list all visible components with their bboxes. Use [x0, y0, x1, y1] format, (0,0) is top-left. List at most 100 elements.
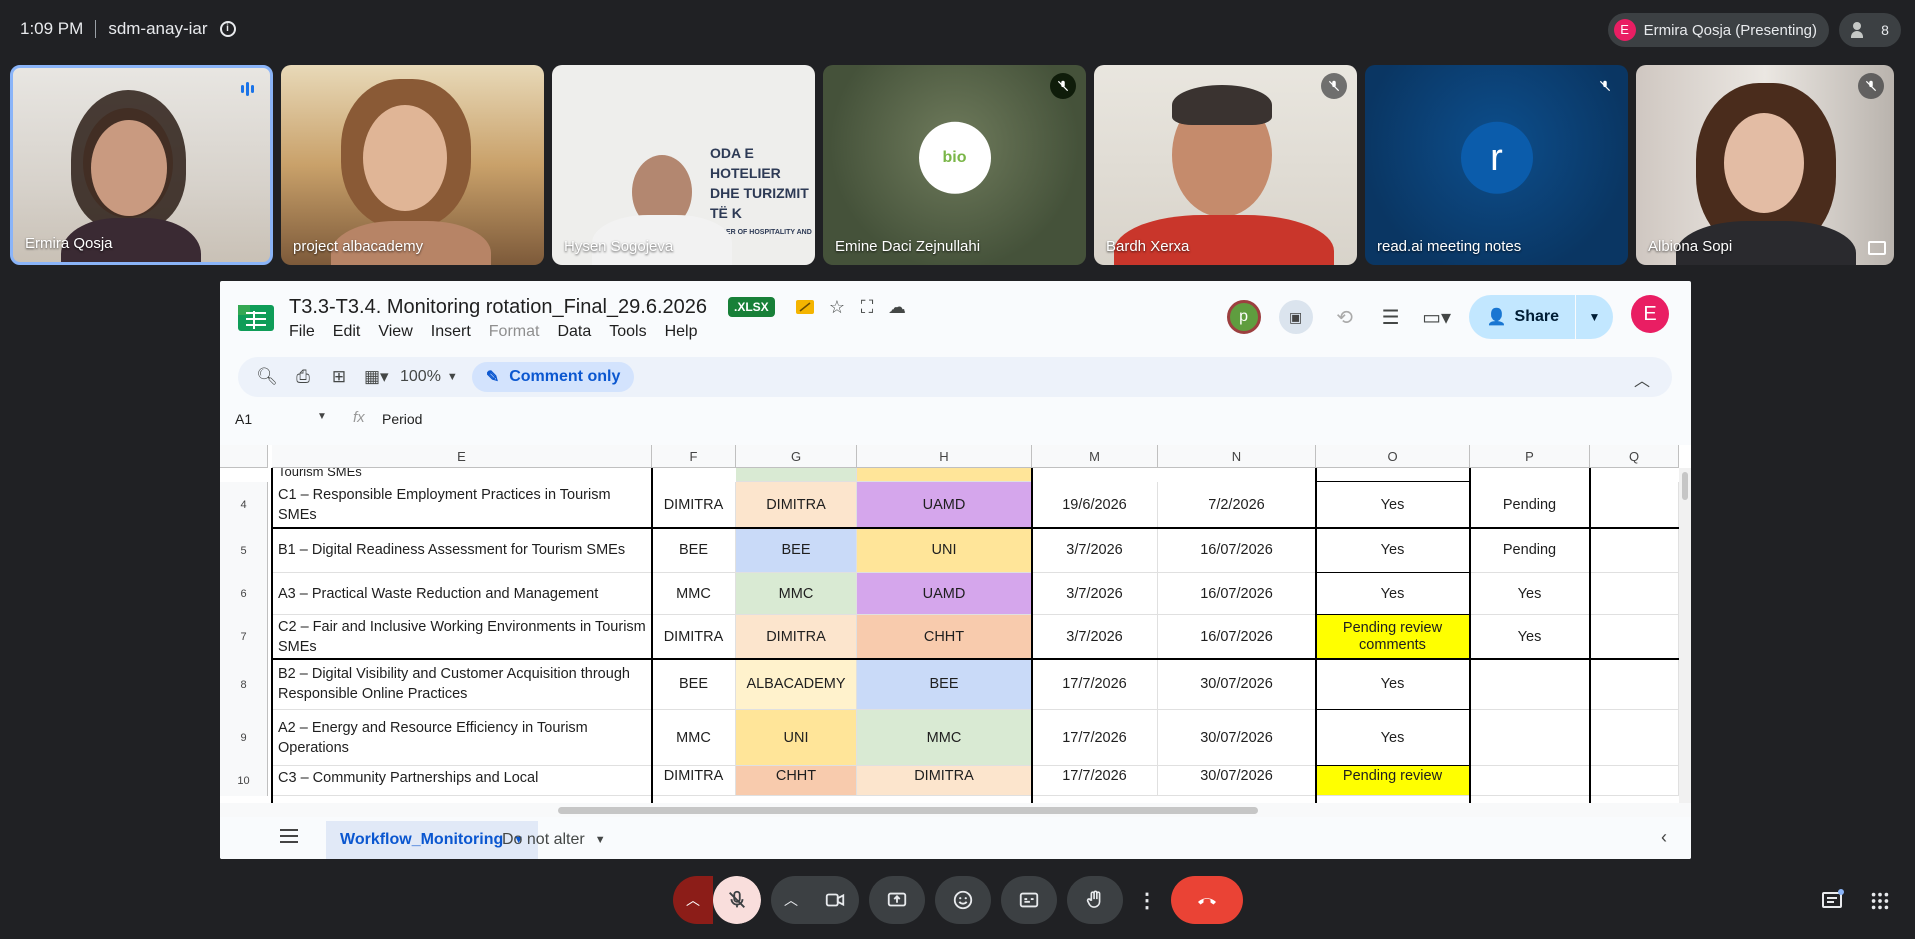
cell-g[interactable]: DIMITRA [736, 615, 857, 659]
info-icon[interactable]: i [219, 21, 236, 37]
cell-q[interactable] [1590, 766, 1679, 796]
cell-f[interactable]: MMC [652, 573, 736, 615]
spreadsheet-grid[interactable]: E F G H M N O P Q Tourism SMEs 4 C1 – Responsible E… [220, 445, 1691, 803]
cell-h[interactable]: CHHT [857, 615, 1032, 659]
menu-format[interactable]: Format [489, 323, 540, 341]
row-header[interactable]: 8 [220, 659, 268, 710]
cell-o[interactable]: Yes [1316, 573, 1470, 615]
cell-o[interactable]: Yes [1316, 659, 1470, 710]
cell-h[interactable]: UNI [857, 528, 1032, 573]
row-header[interactable]: 7 [220, 615, 268, 659]
cell-o[interactable]: Yes [1316, 710, 1470, 766]
cell-partial[interactable] [736, 468, 857, 482]
collaborator-avatar[interactable]: p [1226, 300, 1261, 334]
cell-n[interactable]: 30/07/2026 [1158, 659, 1316, 710]
raise-hand-button[interactable] [1067, 876, 1123, 924]
participant-tile[interactable]: Albiona Sopi [1636, 65, 1894, 265]
cell-g[interactable]: UNI [736, 710, 857, 766]
cell-f[interactable]: DIMITRA [652, 482, 736, 528]
share-button[interactable]: 👤 Share ▼ [1468, 295, 1613, 339]
cell-e[interactable]: A2 – Energy and Resource Efficiency in T… [272, 710, 652, 766]
menu-tools[interactable]: Tools [609, 323, 646, 341]
tab-do-not-alter[interactable]: Do not alter ▼ [488, 821, 620, 859]
participant-tile[interactable]: Ermira Qosja [10, 65, 273, 265]
slides-icon[interactable] [794, 296, 816, 318]
emoji-reactions-button[interactable] [935, 876, 991, 924]
vertical-scrollbar[interactable] [1679, 468, 1691, 803]
cell-e[interactable]: B1 – Digital Readiness Assessment for To… [272, 528, 652, 573]
participant-tile[interactable]: r read.ai meeting notes [1365, 65, 1628, 265]
column-header[interactable]: O [1316, 445, 1470, 468]
participants-button[interactable]: 8 [1839, 13, 1901, 47]
camera-button[interactable] [811, 876, 859, 924]
menu-insert[interactable]: Insert [431, 323, 471, 341]
cell-o[interactable]: Yes [1316, 528, 1470, 573]
row-header[interactable]: 10 [220, 766, 268, 796]
chevron-up-icon[interactable]: ︿ [1634, 367, 1650, 391]
search-icon[interactable]: 🔍︎ [256, 367, 278, 387]
cell-h[interactable]: UAMD [857, 573, 1032, 615]
cell-q[interactable] [1590, 573, 1679, 615]
cell-q[interactable] [1590, 615, 1679, 659]
meet-camera-icon[interactable]: ▭▾ [1422, 303, 1451, 331]
cell-g[interactable]: DIMITRA [736, 482, 857, 528]
cell-q[interactable] [1590, 482, 1679, 528]
cell-e[interactable]: C2 – Fair and Inclusive Working Environm… [272, 615, 652, 659]
column-header[interactable]: M [1032, 445, 1158, 468]
cell-partial[interactable] [857, 468, 1032, 482]
participant-tile[interactable]: bio Emine Daci Zejnullahi [823, 65, 1086, 265]
user-avatar[interactable]: E [1631, 295, 1669, 333]
row-header[interactable]: 5 [220, 528, 268, 573]
cell-g[interactable]: MMC [736, 573, 857, 615]
column-header[interactable]: F [652, 445, 736, 468]
cell-f[interactable]: DIMITRA [652, 615, 736, 659]
cell-p[interactable]: Yes [1470, 573, 1590, 615]
version-history-icon[interactable]: ⟲ [1331, 303, 1359, 331]
cell-n[interactable]: 16/07/2026 [1158, 615, 1316, 659]
scroll-thumb[interactable] [558, 807, 1258, 814]
add-comment-icon[interactable]: ⊞ [328, 367, 350, 387]
cell-o[interactable]: Pending review [1316, 766, 1470, 796]
menu-help[interactable]: Help [665, 323, 698, 341]
cell-m[interactable]: 3/7/2026 [1032, 615, 1158, 659]
cell-p[interactable] [1470, 766, 1590, 796]
column-header[interactable]: N [1158, 445, 1316, 468]
cell-n[interactable]: 30/07/2026 [1158, 766, 1316, 796]
move-icon[interactable]: ⛶ [856, 296, 878, 318]
cell-n[interactable]: 30/07/2026 [1158, 710, 1316, 766]
leave-call-button[interactable] [1171, 876, 1243, 924]
chevron-down-icon[interactable]: ▼ [317, 411, 327, 422]
cell-p[interactable] [1470, 659, 1590, 710]
cell-o[interactable]: Pending review comments [1316, 615, 1470, 659]
present-to-meeting-icon[interactable]: ▣ [1278, 300, 1313, 334]
cell-p[interactable]: Yes [1470, 615, 1590, 659]
participant-tile[interactable]: project albacademy [281, 65, 544, 265]
cell-n[interactable]: 16/07/2026 [1158, 573, 1316, 615]
comment-only-mode[interactable]: ✎ Comment only [471, 362, 635, 392]
cell-g[interactable]: ALBACADEMY [736, 659, 857, 710]
cell-f[interactable]: MMC [652, 710, 736, 766]
row-header[interactable]: 4 [220, 482, 268, 528]
mic-off-button[interactable] [713, 876, 761, 924]
cell-h[interactable]: DIMITRA [857, 766, 1032, 796]
cell-q[interactable] [1590, 710, 1679, 766]
cell-m[interactable]: 3/7/2026 [1032, 573, 1158, 615]
activities-icon[interactable] [1867, 888, 1893, 914]
audio-options-icon[interactable]: ︿ [673, 876, 713, 924]
row-header[interactable]: 9 [220, 710, 268, 766]
share-dropdown-icon[interactable]: ▼ [1575, 295, 1613, 339]
menu-file[interactable]: File [289, 323, 315, 341]
participant-tile[interactable]: Bardh Xerxa [1094, 65, 1357, 265]
menu-edit[interactable]: Edit [333, 323, 361, 341]
column-header[interactable]: H [857, 445, 1032, 468]
cell-p[interactable]: Pending [1470, 528, 1590, 573]
print-icon[interactable]: ⎙ [292, 367, 314, 387]
star-icon[interactable]: ☆ [826, 296, 848, 318]
video-options-icon[interactable]: ︿ [771, 876, 811, 924]
menu-view[interactable]: View [378, 323, 412, 341]
all-sheets-icon[interactable] [280, 829, 298, 843]
cell-h[interactable]: MMC [857, 710, 1032, 766]
captions-button[interactable] [1001, 876, 1057, 924]
presenter-chip[interactable]: E Ermira Qosja (Presenting) [1607, 13, 1829, 47]
cell-e[interactable]: B2 – Digital Visibility and Customer Acq… [272, 659, 652, 710]
